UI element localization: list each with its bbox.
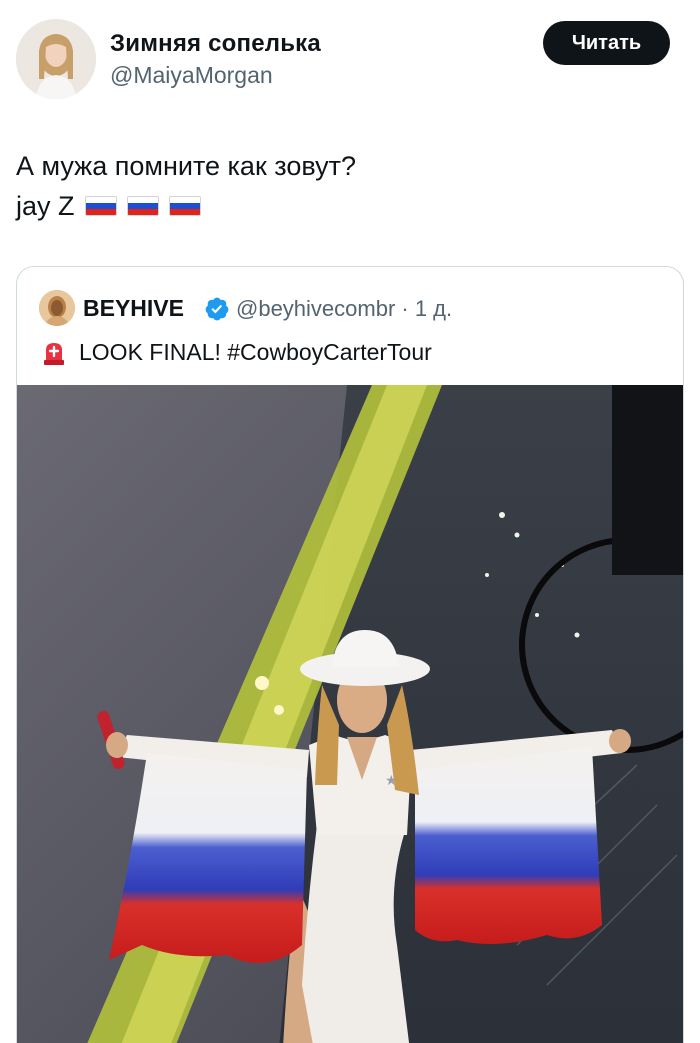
quoted-tweet-card[interactable]: BEYHIVE @beyhivecombr · 1 д. LOOK FINAL!… bbox=[16, 266, 684, 1043]
russia-flag-icon bbox=[84, 196, 117, 216]
tweet-line-1: А мужа помните как зовут? bbox=[16, 151, 356, 181]
tweet-line-2: jay Z bbox=[16, 186, 356, 226]
tweet-line-2-text: jay Z bbox=[16, 191, 75, 221]
author-handle[interactable]: @MaiyaMorgan bbox=[110, 62, 273, 89]
rotating-light-icon bbox=[43, 340, 65, 366]
russia-flag-icon bbox=[126, 196, 159, 216]
quoted-tweet-text: LOOK FINAL! #CowboyCarterTour bbox=[43, 339, 432, 366]
tweet-text: А мужа помните как зовут? jay Z bbox=[16, 146, 356, 226]
tweet-page: Зимняя сопелька @MaiyaMorgan Читать А му… bbox=[0, 0, 700, 1043]
follow-button[interactable]: Читать bbox=[543, 21, 670, 65]
verified-badge-icon bbox=[205, 297, 229, 321]
quoted-handle-and-time[interactable]: @beyhivecombr · 1 д. bbox=[236, 296, 452, 322]
concert-photo[interactable]: ★ bbox=[17, 385, 683, 1043]
quoted-tweet-text-content: LOOK FINAL! #CowboyCarterTour bbox=[79, 339, 432, 365]
quoted-avatar[interactable] bbox=[39, 290, 75, 326]
russia-flag-icon bbox=[168, 196, 201, 216]
svg-text:★: ★ bbox=[385, 773, 398, 789]
quoted-display-name[interactable]: BEYHIVE bbox=[83, 295, 184, 322]
author-display-name[interactable]: Зимняя сопелька bbox=[110, 30, 321, 58]
author-avatar[interactable] bbox=[16, 19, 96, 99]
